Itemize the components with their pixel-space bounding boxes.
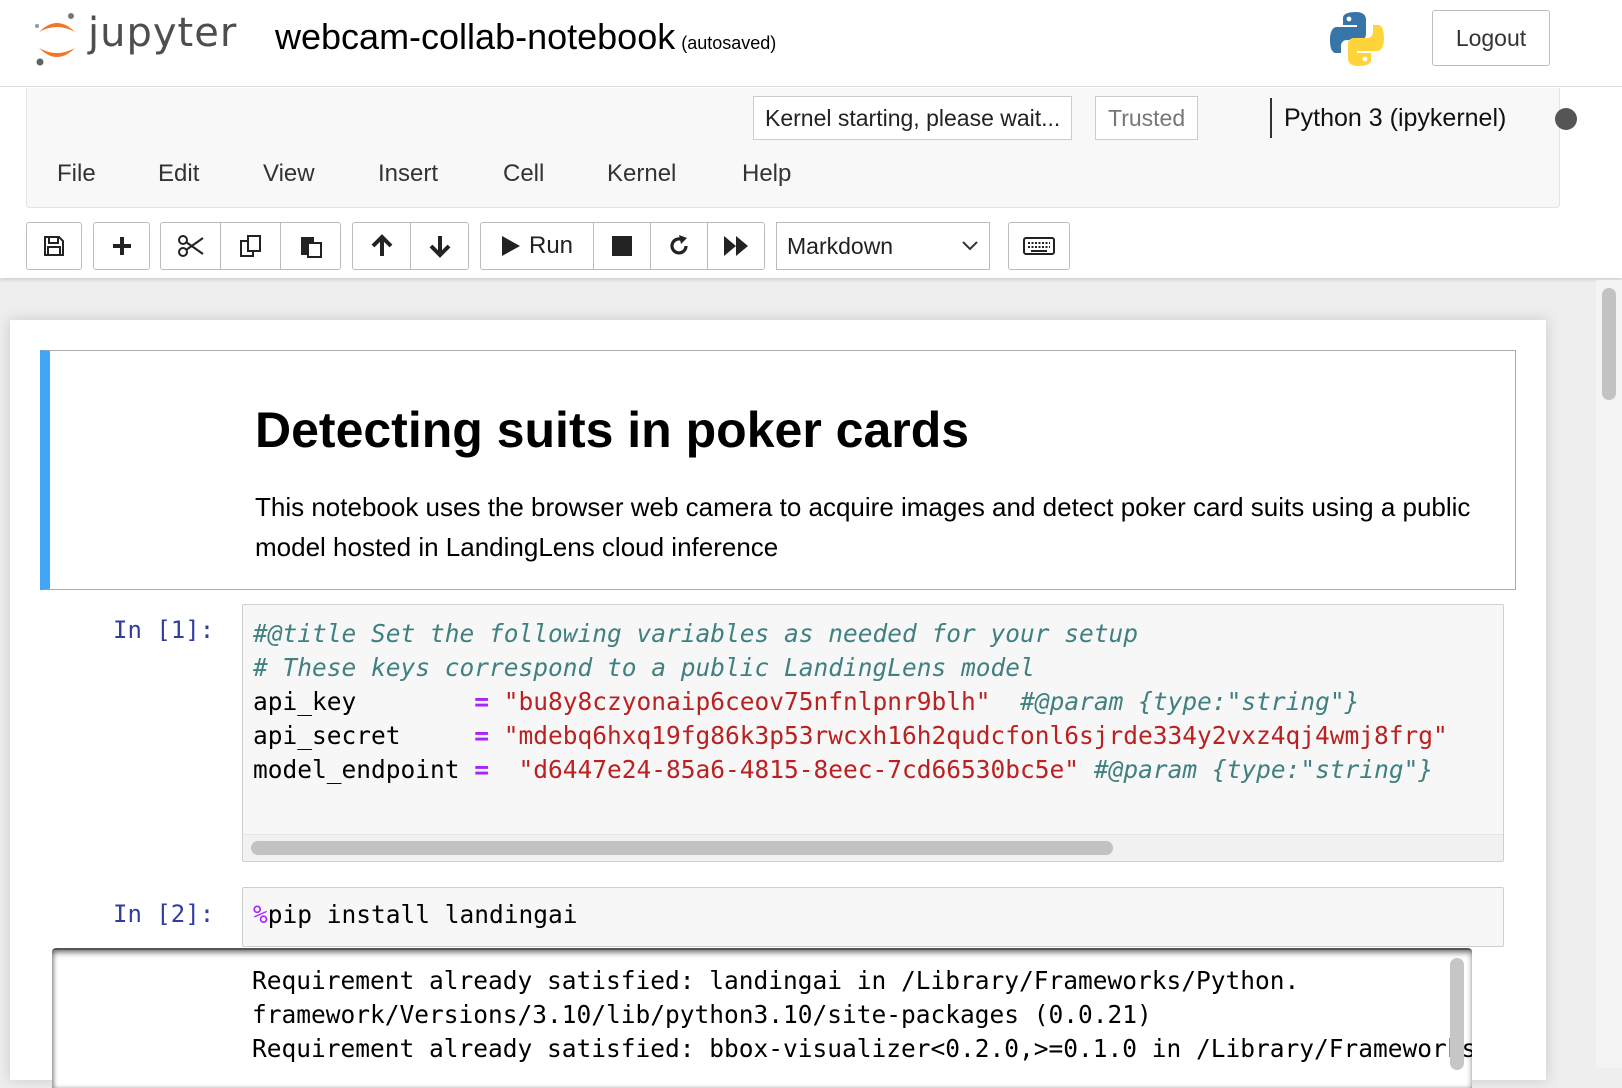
output-line: Requirement already satisfied: bbox-visu… <box>252 1034 1472 1063</box>
notebook-title[interactable]: webcam-collab-notebook (autosaved) <box>275 16 776 58</box>
output-scrollbar-thumb[interactable] <box>1450 958 1464 1070</box>
paste-icon <box>300 237 322 258</box>
code-string: "d6447e24-85a6-4815-8eec-7cd66530bc5e" <box>518 755 1080 784</box>
code-operator: = <box>474 721 490 750</box>
menubar-panel: Kernel starting, please wait... Trusted … <box>26 88 1577 208</box>
code-operator: = <box>474 755 490 784</box>
autosave-status: (autosaved) <box>681 33 777 53</box>
output-line: framework/Versions/3.10/lib/python3.10/s… <box>252 1000 1152 1029</box>
restart-kernel-button[interactable] <box>650 222 708 270</box>
cell-type-select[interactable]: Markdown <box>776 222 990 270</box>
notebook-container: Detecting suits in poker cards This note… <box>10 320 1546 1088</box>
code-string: "mdebq6hxq19fg86k3p53rwcxh16h2qudcfonl6s… <box>503 721 1448 750</box>
notebook-header: jupyter webcam-collab-notebook (autosaved… <box>0 0 1622 278</box>
jupyter-logo-text: jupyter <box>88 10 238 56</box>
output-text[interactable]: Requirement already satisfied: landingai… <box>252 964 1472 1066</box>
menu-insert[interactable]: Insert <box>378 160 438 188</box>
python-logo-icon <box>1330 12 1384 66</box>
plus-icon <box>112 237 131 255</box>
move-down-button[interactable] <box>410 222 469 270</box>
run-button[interactable]: Run <box>480 222 594 270</box>
markdown-heading: Detecting suits in poker cards <box>255 402 970 458</box>
code-variable: model_endpoint <box>253 755 475 784</box>
code-cell-editor[interactable]: %pip install landingai <box>242 887 1504 947</box>
interrupt-kernel-button[interactable] <box>593 222 651 270</box>
jupyter-logo-icon <box>35 13 75 66</box>
paste-button[interactable] <box>280 222 341 270</box>
keyboard-icon <box>1023 237 1055 255</box>
run-label: Run <box>528 232 574 259</box>
cut-button[interactable] <box>160 222 221 270</box>
play-icon <box>501 236 520 256</box>
code-comment: #@param {type:"string"} <box>1020 687 1360 716</box>
input-prompt: In [2]: <box>113 900 215 928</box>
code-cell-editor[interactable]: #@title Set the following variables as n… <box>242 604 1504 862</box>
input-prompt: In [1]: <box>113 616 215 644</box>
menu-edit[interactable]: Edit <box>158 160 199 188</box>
code-horizontal-scrollbar-thumb[interactable] <box>251 841 1113 855</box>
cell-output-area[interactable]: Requirement already satisfied: landingai… <box>52 948 1472 1088</box>
copy-icon <box>239 235 261 257</box>
code-variable: api_key <box>253 687 475 716</box>
menu-help[interactable]: Help <box>742 160 791 188</box>
menu-kernel[interactable]: Kernel <box>607 160 676 188</box>
stop-icon <box>612 236 632 256</box>
save-icon <box>44 236 64 256</box>
code-block[interactable]: #@title Set the following variables as n… <box>253 617 1448 787</box>
code-horizontal-scrollbar[interactable] <box>243 834 1503 861</box>
logout-button[interactable]: Logout <box>1432 10 1550 66</box>
code-text: pip install landingai <box>267 900 578 929</box>
markdown-paragraph: This notebook uses the browser web camer… <box>255 492 1471 562</box>
save-button[interactable] <box>26 222 82 270</box>
arrow-up-icon <box>371 234 392 256</box>
code-operator: = <box>474 687 490 716</box>
code-variable: api_secret <box>253 721 475 750</box>
kernel-name: Python 3 (ipykernel) <box>1270 98 1506 138</box>
code-block[interactable]: %pip install landingai <box>253 898 578 932</box>
copy-button[interactable] <box>220 222 281 270</box>
code-magic: % <box>253 900 268 929</box>
command-palette-button[interactable] <box>1008 222 1070 270</box>
menu-cell[interactable]: Cell <box>503 160 544 188</box>
restart-run-all-button[interactable] <box>707 222 765 270</box>
notebook-name[interactable]: webcam-collab-notebook <box>275 16 675 57</box>
arrow-down-icon <box>429 236 450 258</box>
top-bar: jupyter webcam-collab-notebook (autosaved… <box>0 0 1622 87</box>
markdown-cell-selected[interactable]: Detecting suits in poker cards This note… <box>40 350 1516 590</box>
kernel-status-indicator: Kernel starting, please wait... <box>753 96 1073 140</box>
menu-file[interactable]: File <box>57 160 96 188</box>
restart-icon <box>670 235 688 255</box>
kernel-busy-indicator <box>1555 108 1577 130</box>
page-scrollbar-thumb[interactable] <box>1602 288 1616 400</box>
code-comment: #@param {type:"string"} <box>1093 755 1434 784</box>
menu-view[interactable]: View <box>263 160 315 188</box>
scissors-icon <box>177 235 204 257</box>
cell-type-value: Markdown <box>787 232 894 259</box>
code-comment: # These keys correspond to a public Land… <box>253 653 1035 682</box>
output-line: Requirement already satisfied: landingai… <box>252 966 1300 995</box>
insert-cell-button[interactable] <box>93 222 150 270</box>
chevron-down-icon <box>962 241 978 251</box>
move-up-button[interactable] <box>352 222 411 270</box>
code-string: "bu8y8czyonaip6ceov75nfnlpnr9blh" <box>503 687 991 716</box>
jupyter-logo[interactable]: jupyter <box>33 10 283 70</box>
trusted-indicator[interactable]: Trusted <box>1095 96 1199 140</box>
fast-forward-icon <box>724 236 748 256</box>
code-comment: #@title Set the following variables as n… <box>253 619 1139 648</box>
